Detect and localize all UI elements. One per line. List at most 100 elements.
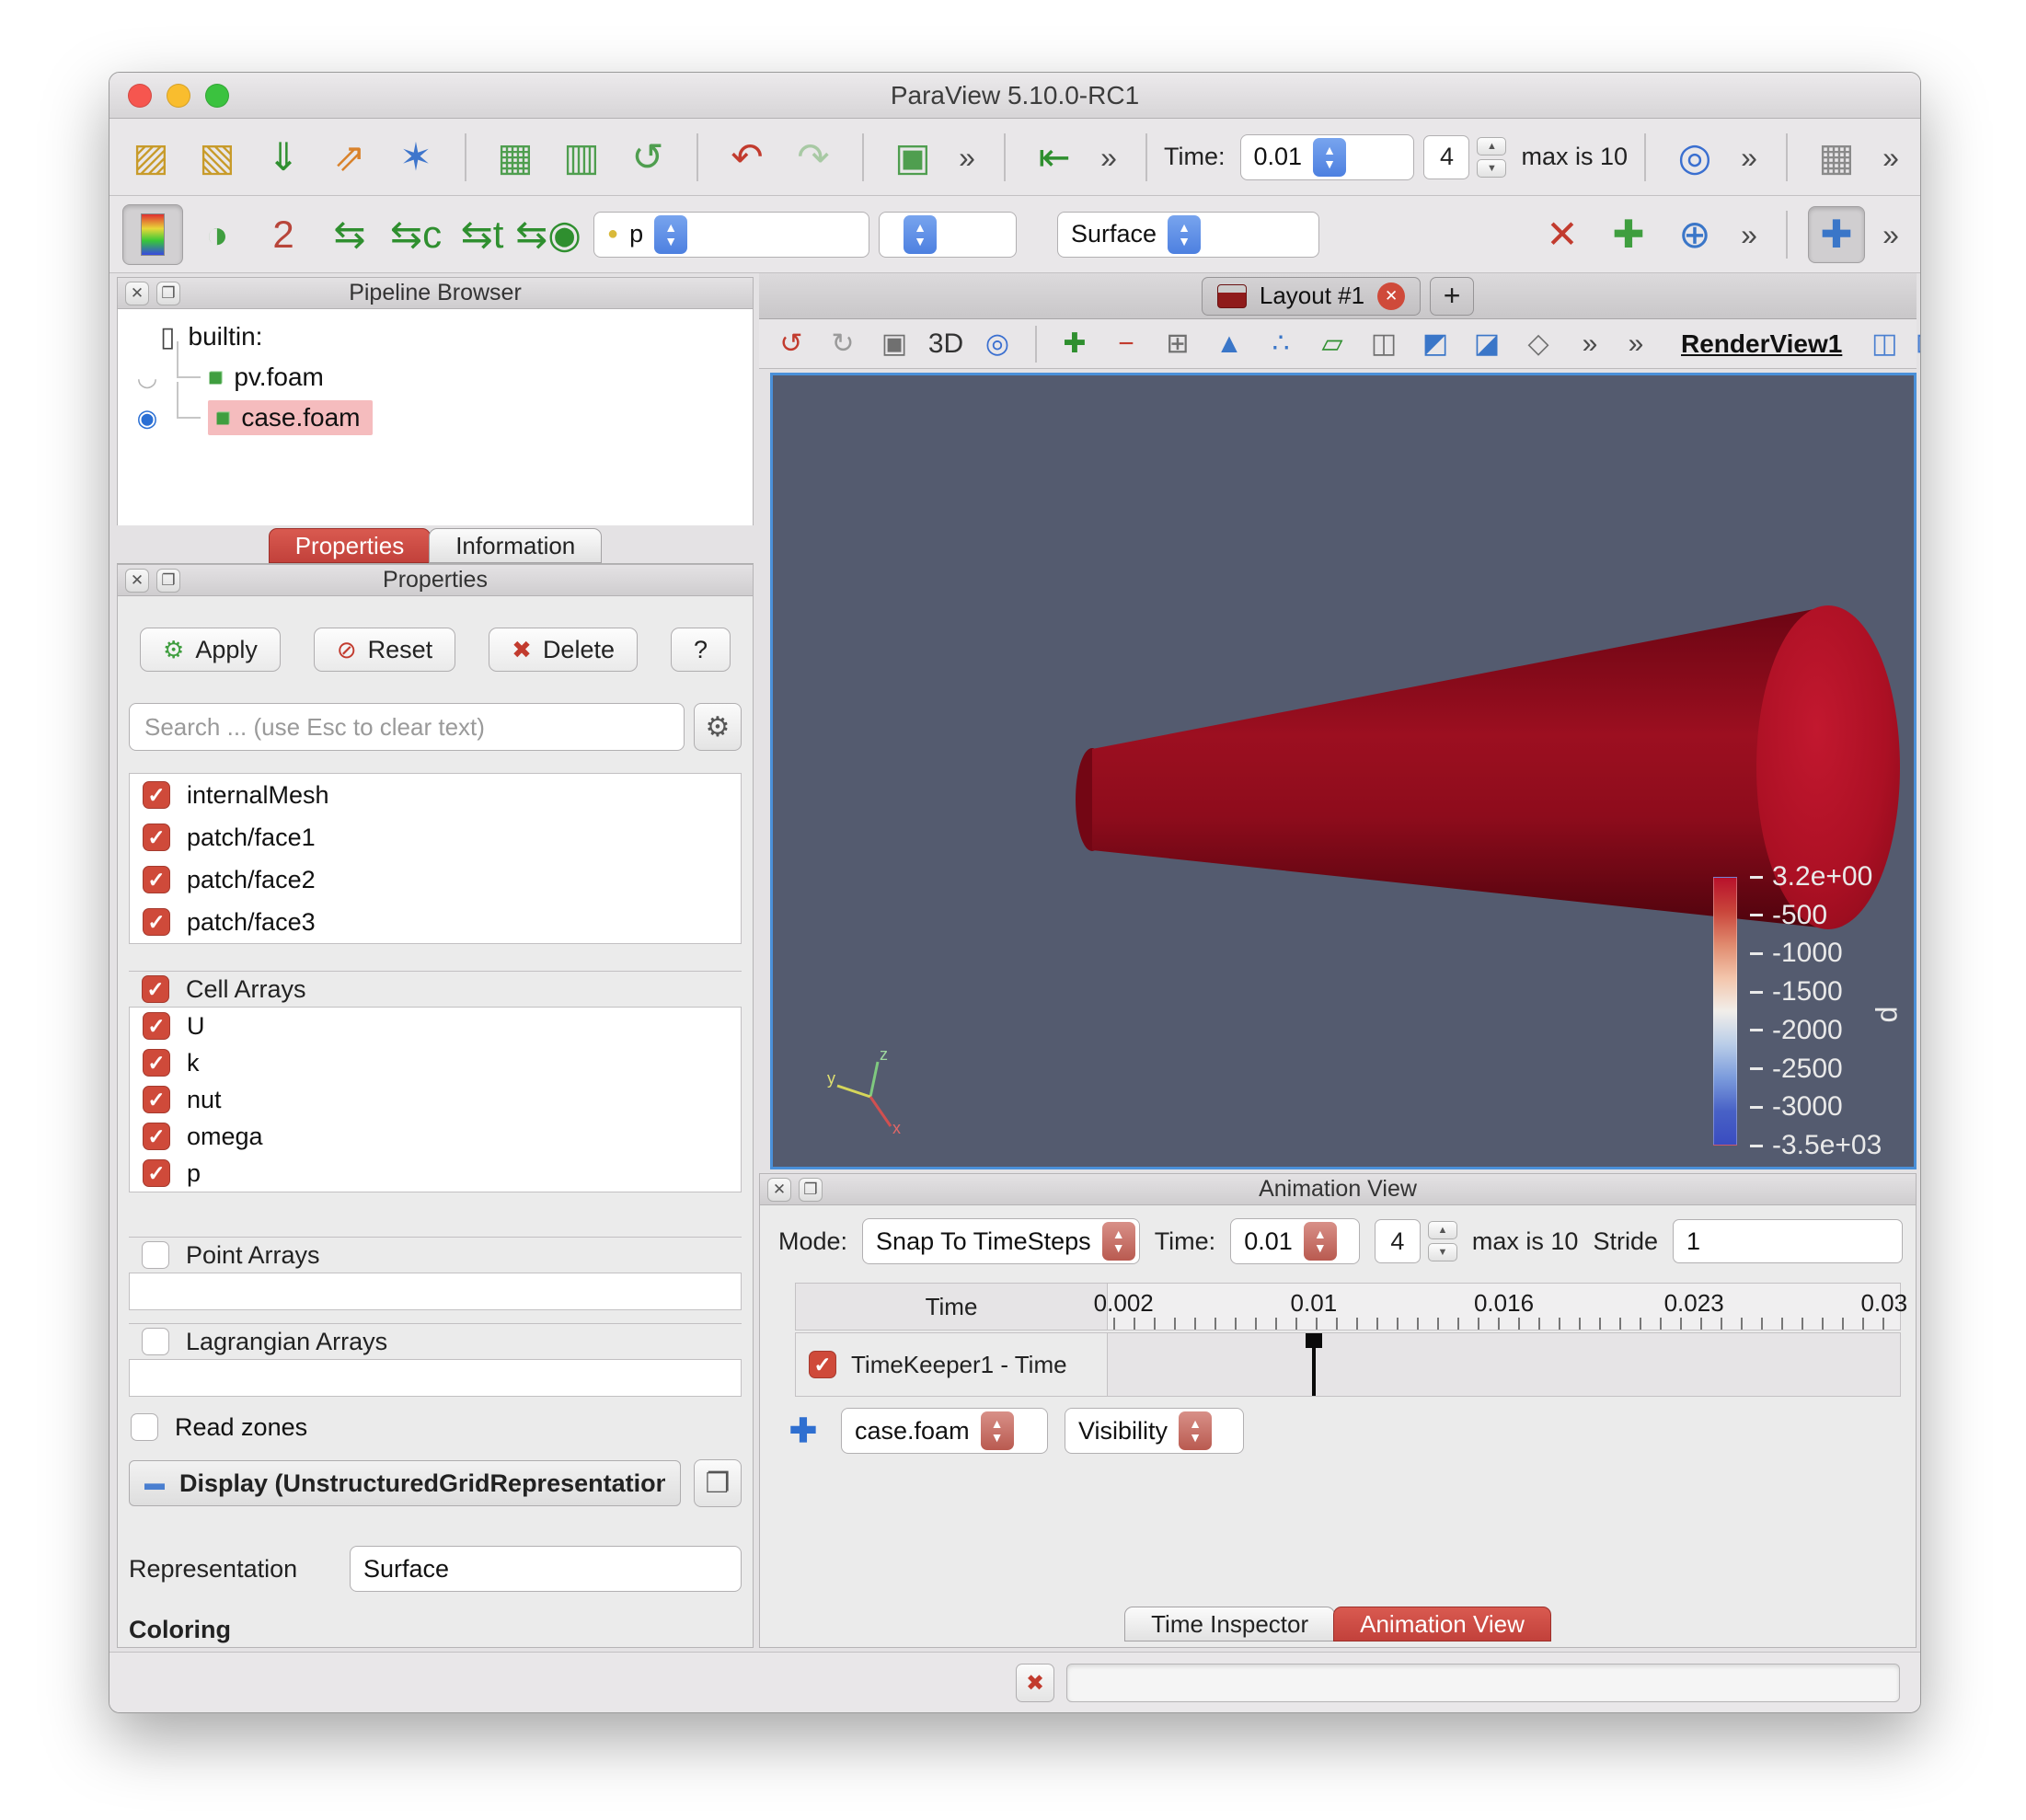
camera-overflow-chevron[interactable]: » — [950, 129, 984, 186]
render-viewport[interactable]: z y x 3.2e+00-500-1000-1500-2000-2500-30… — [770, 373, 1917, 1169]
point-arrays-header[interactable]: Point Arrays — [129, 1237, 742, 1273]
tab-information[interactable]: Information — [429, 528, 602, 563]
toggle-selection-icon[interactable]: ⊞ — [1157, 323, 1199, 365]
selection-zoom-icon[interactable]: ◎ — [1666, 129, 1723, 186]
load-state-icon[interactable]: ▧ — [189, 129, 246, 186]
add-track-icon[interactable]: ✚ — [782, 1410, 824, 1452]
array-row[interactable]: patch/face1 — [130, 816, 741, 858]
first-frame-icon[interactable]: ⇤ — [1026, 129, 1083, 186]
split-horizontal-icon[interactable]: ◫ — [1866, 326, 1903, 363]
stepper-arrows-icon[interactable] — [904, 215, 937, 254]
reset-camera-icon[interactable]: ✚ — [1600, 206, 1657, 263]
camera-link-icon[interactable]: ▣ — [884, 129, 941, 186]
legend-bar[interactable] — [1713, 877, 1737, 1146]
copy-display-icon[interactable]: ❐ — [694, 1459, 742, 1507]
stepper-arrows-icon[interactable] — [1102, 1222, 1135, 1261]
array-row[interactable]: patch/face3 — [130, 901, 741, 943]
view-overflow-chevron[interactable]: » — [1615, 323, 1657, 365]
calculator-icon[interactable]: ▦ — [1808, 129, 1865, 186]
tab-time-inspector[interactable]: Time Inspector — [1124, 1607, 1335, 1641]
array-checkbox[interactable] — [143, 908, 170, 936]
spin-arrows-icon[interactable] — [1428, 1221, 1457, 1261]
filters-overflow-chevron[interactable]: » — [1874, 129, 1907, 186]
add-selection-icon[interactable]: ✚ — [1053, 323, 1096, 365]
float-panel-icon[interactable]: ❐ — [156, 282, 180, 305]
stepper-arrows-icon[interactable] — [654, 215, 687, 254]
tab-animation-view[interactable]: Animation View — [1333, 1607, 1551, 1641]
visibility-on-eye-icon[interactable]: ◉ — [129, 404, 166, 432]
array-row[interactable]: patch/face2 — [130, 858, 741, 901]
render-overflow-chevron[interactable]: » — [1569, 323, 1611, 365]
axes-overflow-chevron[interactable]: » — [1874, 206, 1907, 263]
anim-time-combobox[interactable]: 0.01 — [1230, 1218, 1360, 1264]
rescale-over-time-icon[interactable]: ⇆t — [454, 206, 511, 263]
close-panel-icon[interactable]: ✕ — [767, 1178, 791, 1202]
display-section-header[interactable]: ▬ Display (UnstructuredGridRepresentatio… — [129, 1460, 681, 1506]
undo-icon[interactable]: ↶ — [719, 129, 776, 186]
stride-input[interactable] — [1673, 1219, 1903, 1263]
source-box-icon[interactable]: ▦ — [487, 129, 544, 186]
close-panel-icon[interactable]: ✕ — [125, 282, 149, 305]
edit-color-map-icon[interactable]: ◑ — [189, 206, 246, 263]
render-scene[interactable] — [773, 375, 1914, 1167]
array-checkbox[interactable] — [143, 1049, 170, 1077]
anim-frame-spinbox[interactable]: 4 — [1375, 1219, 1457, 1263]
help-button[interactable]: ? — [671, 628, 731, 672]
lagrangian-arrays-checkbox[interactable] — [142, 1328, 169, 1355]
array-row[interactable]: p — [130, 1155, 741, 1192]
camera-redo-icon[interactable]: ↻ — [822, 323, 864, 365]
layout-tab[interactable]: Layout #1 ✕ — [1202, 277, 1421, 316]
select-points-through-icon[interactable]: ◫ — [1363, 323, 1405, 365]
timekeeper-track[interactable]: TimeKeeper1 - Time — [795, 1332, 1108, 1397]
split-vertical-icon[interactable]: ⊟ — [1908, 326, 1921, 363]
tab-properties[interactable]: Properties — [269, 528, 432, 563]
point-arrays-checkbox[interactable] — [142, 1241, 169, 1269]
traffic-minimize-button[interactable] — [167, 84, 190, 108]
cancel-progress-icon[interactable]: ✖ — [1016, 1664, 1054, 1702]
array-checkbox[interactable] — [143, 1012, 170, 1040]
timeline-ruler[interactable]: 0.0020.010.0160.0230.03 — [1108, 1283, 1901, 1330]
stepper-arrows-icon[interactable] — [1313, 138, 1346, 177]
array-row[interactable]: nut — [130, 1081, 741, 1118]
pipeline-item-builtin[interactable]: ▯ builtin: — [118, 317, 753, 357]
close-layout-icon[interactable]: ✕ — [1377, 282, 1405, 310]
interactive-select-cells-icon[interactable]: ◩ — [1414, 323, 1456, 365]
rescale-to-visible-range-icon[interactable]: ⇆◉ — [520, 206, 577, 263]
camera-controls-chevron[interactable]: » — [1732, 206, 1766, 263]
search-options-gear-icon[interactable]: ⚙ — [694, 703, 742, 751]
playback-overflow-chevron[interactable]: » — [1092, 129, 1125, 186]
add-layout-tab[interactable]: + — [1430, 277, 1474, 316]
frame-spinbox[interactable]: 4 — [1423, 135, 1506, 179]
search-input[interactable] — [129, 703, 685, 751]
float-panel-icon[interactable]: ❐ — [799, 1178, 823, 1202]
rescale-to-custom-range-icon[interactable]: ⇆c — [387, 206, 444, 263]
track-enabled-checkbox[interactable] — [809, 1351, 836, 1378]
stepper-arrows-icon[interactable] — [1168, 215, 1201, 254]
stepper-arrows-icon[interactable] — [981, 1411, 1014, 1450]
array-row[interactable]: U — [130, 1008, 741, 1044]
array-checkbox[interactable] — [143, 781, 170, 809]
interactive-select-points-icon[interactable]: ◪ — [1466, 323, 1508, 365]
open-file-icon[interactable]: ▨ — [122, 129, 179, 186]
select-cells-on-icon[interactable]: ▲ — [1208, 323, 1250, 365]
array-checkbox[interactable] — [143, 1086, 170, 1113]
track-property-combobox[interactable]: Visibility — [1065, 1408, 1244, 1454]
array-checkbox[interactable] — [143, 1123, 170, 1150]
stepper-arrows-icon[interactable] — [1304, 1222, 1337, 1261]
favorites-icon[interactable]: ✶ — [387, 129, 444, 186]
zoom-to-data-icon[interactable]: ✕ — [1534, 206, 1591, 263]
read-zones-checkbox[interactable] — [131, 1413, 158, 1441]
lagrangian-arrays-header[interactable]: Lagrangian Arrays — [129, 1323, 742, 1360]
camera-undo-icon[interactable]: ↺ — [770, 323, 812, 365]
save-data-icon[interactable]: ⇓ — [255, 129, 312, 186]
array-row[interactable]: omega — [130, 1118, 741, 1155]
spin-arrows-icon[interactable] — [1477, 137, 1506, 178]
traffic-close-button[interactable] — [128, 84, 152, 108]
capture-screenshot-icon[interactable]: ▣ — [873, 323, 915, 365]
title-bar[interactable]: ParaView 5.10.0-RC1 — [109, 73, 1920, 119]
apply-button[interactable]: ⚙ Apply — [140, 628, 281, 672]
redo-icon[interactable]: ↷ — [785, 129, 842, 186]
reset-session-icon[interactable]: ↺ — [619, 129, 676, 186]
representation-toolbar-combobox[interactable]: Surface — [1057, 212, 1319, 258]
array-row[interactable]: k — [130, 1044, 741, 1081]
